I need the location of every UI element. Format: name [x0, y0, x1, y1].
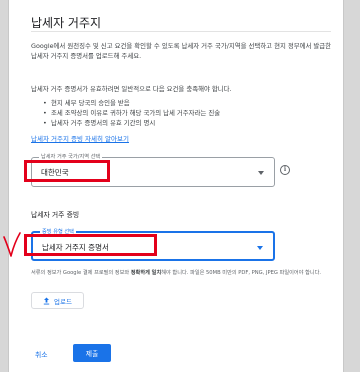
- learn-more-link[interactable]: 납세자 거주지 증빙 자세히 알아보기: [31, 133, 129, 143]
- help-text-emphasis: 정확하게 일치: [130, 270, 162, 276]
- list-item: 현지 세무 당국의 승인을 받음: [43, 98, 333, 108]
- requirements-intro: 납세자 거주 증명서가 유효하려면 일반적으로 다음 요건을 충족해야 합니다.: [31, 85, 232, 93]
- dialog-title: 납세자 거주지: [31, 16, 102, 30]
- dialog: 납세자 거주지 Google에서 원천징수 및 신고 요건을 확인할 수 있도록…: [8, 0, 344, 372]
- upload-help-text: 서류의 정보가 Google 결제 프로필의 정보와 정확하게 일치해야 합니다…: [31, 269, 349, 278]
- upload-button-label: 업로드: [54, 297, 72, 306]
- annotation-box-country: [24, 160, 110, 182]
- info-icon[interactable]: i: [280, 165, 290, 175]
- list-item: 조세 조약상의 이유로 귀하가 해당 국가의 납세 거주자라는 진술: [43, 108, 333, 118]
- cancel-button[interactable]: 취소: [35, 349, 48, 359]
- upload-icon: [43, 297, 50, 304]
- intro-text: Google에서 원천징수 및 신고 요건을 확인할 수 있도록 납세자 거주 …: [31, 42, 332, 60]
- proof-section-label: 납세자 거주 증빙: [31, 211, 80, 219]
- submit-button[interactable]: 제출: [73, 344, 111, 362]
- requirements-list: 현지 세무 당국의 승인을 받음 조세 조약상의 이유로 귀하가 해당 국가의 …: [43, 98, 333, 128]
- annotation-check-mark: [3, 232, 21, 257]
- chevron-down-icon: [258, 171, 264, 175]
- annotation-box-proof-type: [24, 234, 157, 256]
- chevron-down-icon: [257, 246, 263, 250]
- title-divider: [31, 31, 331, 32]
- residence-country-label: 납세자 거주 국가/지역 선택: [39, 153, 103, 160]
- help-text-start: 서류의 정보가 Google 결제 프로필의 정보와: [31, 270, 131, 276]
- upload-button[interactable]: 업로드: [31, 292, 84, 309]
- list-item: 납세자 거주 증명서의 유효 기간의 명시: [43, 118, 333, 128]
- help-text-end: 해야 합니다. 파일은 50MB 미만의 PDF, PNG, JPEG 파일이어…: [161, 270, 322, 276]
